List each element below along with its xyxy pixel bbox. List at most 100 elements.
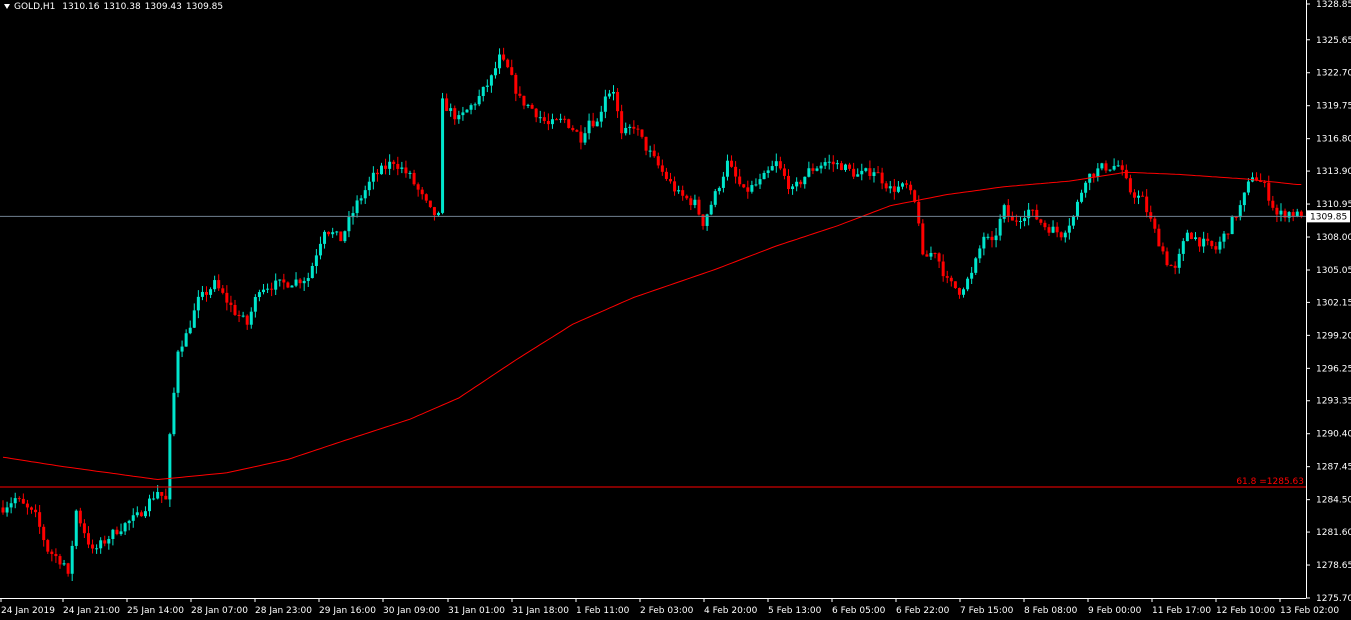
candle-body	[375, 172, 379, 175]
candle-body	[192, 310, 196, 328]
candle-body	[1299, 211, 1303, 217]
candle-body	[229, 302, 233, 305]
time-tick-label: 25 Jan 14:00	[127, 606, 184, 616]
candle-body	[717, 187, 721, 192]
candle-body	[1075, 201, 1079, 217]
candle-body	[17, 498, 21, 500]
candle-body	[538, 117, 542, 119]
candle-body	[595, 121, 599, 127]
time-tick-label: 28 Jan 23:00	[255, 606, 312, 616]
candle-body	[721, 176, 725, 188]
time-tick-label: 24 Jan 2019	[1, 606, 55, 616]
candle-body	[355, 200, 359, 214]
candle-body	[1189, 232, 1193, 239]
candle-body	[1153, 218, 1157, 229]
candle-body	[13, 498, 17, 504]
candle-body	[50, 551, 54, 555]
candle-body	[127, 520, 131, 524]
candle-body	[42, 526, 46, 541]
time-tick-label: 8 Feb 08:00	[1024, 606, 1078, 616]
candle-body	[367, 181, 371, 191]
candle-body	[803, 176, 807, 185]
candle-body	[1246, 181, 1250, 193]
candle-body	[436, 212, 440, 216]
candle-body	[274, 280, 278, 290]
candle-body	[929, 252, 933, 257]
candle-body	[949, 277, 953, 282]
candle-body	[331, 232, 335, 235]
candle-body	[343, 231, 347, 242]
candle-body	[225, 292, 229, 303]
candle-body	[298, 279, 302, 284]
candle-body	[82, 523, 86, 534]
candle-body	[555, 119, 559, 121]
time-tick-label: 30 Jan 09:00	[383, 606, 440, 616]
candle-body	[1169, 265, 1173, 267]
candle-body	[510, 67, 514, 75]
candle-body	[689, 198, 693, 206]
candle-body	[966, 278, 970, 290]
time-tick-label: 7 Feb 15:00	[960, 606, 1014, 616]
candle-body	[473, 104, 477, 106]
candle-body	[38, 512, 42, 527]
candle-body	[896, 186, 900, 192]
candle-body	[1194, 237, 1198, 239]
candle-body	[477, 96, 481, 105]
candle-body	[713, 191, 717, 205]
candle-body	[1031, 209, 1035, 211]
candle-body	[1080, 192, 1084, 202]
candle-body	[831, 161, 835, 165]
candle-body	[502, 54, 506, 60]
candle-body	[1063, 232, 1067, 238]
candle-body	[416, 184, 420, 190]
candle-body	[998, 218, 1002, 236]
candle-body	[1291, 212, 1295, 217]
candle-body	[1055, 226, 1059, 233]
candle-body	[1206, 238, 1210, 241]
candle-body	[990, 236, 994, 241]
price-tick-label: 1290.40	[1316, 430, 1351, 440]
candle-body	[685, 195, 689, 199]
candle-body	[1157, 228, 1161, 247]
candle-body	[868, 168, 872, 176]
candle-body	[913, 190, 917, 202]
time-tick-label: 4 Feb 20:00	[704, 606, 758, 616]
candle-body	[994, 235, 998, 241]
candle-body	[697, 199, 701, 215]
candle-body	[843, 164, 847, 170]
candle-body	[1035, 209, 1039, 220]
low-price: 1309.43	[144, 2, 182, 12]
candle-body	[766, 170, 770, 173]
candle-body	[819, 165, 823, 169]
price-chart[interactable]: 61.8 =1285.63 1328.85 1325.65 1322.70 1319.…	[0, 0, 1351, 620]
symbol-dropdown-icon[interactable]	[4, 4, 10, 9]
candle-body	[795, 181, 799, 187]
candle-body	[1230, 216, 1234, 235]
candle-body	[571, 127, 575, 131]
candle-body	[217, 280, 221, 289]
candle-body	[652, 150, 656, 157]
price-tick-label: 1328.85	[1316, 0, 1351, 10]
candle-body	[1132, 192, 1136, 198]
candle-body	[388, 161, 392, 169]
candle-body	[620, 111, 624, 134]
candle-body	[607, 93, 611, 97]
candle-body	[1234, 216, 1238, 218]
candle-body	[624, 127, 628, 134]
candle-body	[9, 503, 13, 508]
candle-body	[1100, 163, 1104, 169]
candle-body	[518, 93, 522, 96]
time-tick-label: 12 Feb 10:00	[1216, 606, 1275, 616]
candle-body	[392, 161, 396, 164]
candle-body	[278, 279, 282, 281]
symbol-label: GOLD,H1	[14, 2, 56, 12]
candle-body	[888, 186, 892, 189]
candle-body	[318, 243, 322, 256]
time-tick-label: 31 Jan 01:00	[448, 606, 505, 616]
candle-body	[449, 108, 453, 111]
candle-body	[172, 392, 176, 435]
candle-body	[758, 179, 762, 185]
candle-body	[848, 164, 852, 169]
price-tick-label: 1284.50	[1316, 496, 1351, 506]
candle-body	[941, 261, 945, 277]
